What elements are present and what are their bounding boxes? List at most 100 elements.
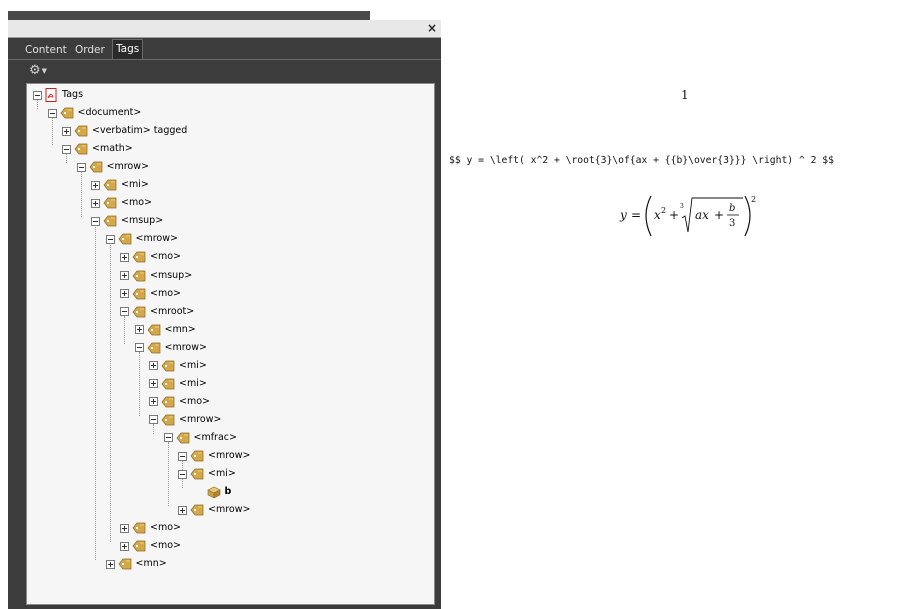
formula-plus-1: + (669, 208, 679, 222)
collapse-toggle-icon[interactable] (91, 216, 100, 226)
tree-node-label: <mi> (179, 359, 207, 371)
tag-icon (89, 161, 102, 173)
collapse-toggle-icon[interactable] (105, 234, 115, 244)
formula-outer-exp: 2 (751, 195, 756, 204)
collapse-toggle-icon[interactable] (62, 144, 71, 154)
pdf-icon (45, 88, 57, 102)
content-box-icon (206, 486, 221, 499)
tree-node-label: <mrow> (208, 504, 251, 516)
tree-node[interactable]: <mn> (105, 555, 167, 573)
tree-node[interactable]: <msup> (120, 267, 192, 285)
collapse-toggle-icon[interactable] (47, 108, 57, 118)
left-paren (645, 195, 652, 237)
expand-toggle-icon[interactable] (178, 505, 187, 515)
collapse-toggle-icon[interactable] (120, 307, 129, 317)
tag-icon (190, 450, 204, 462)
expand-toggle-icon[interactable] (149, 397, 158, 407)
formula-radicand: ax (695, 208, 709, 222)
tree-node[interactable]: <mrow> (105, 230, 178, 248)
tree-node-label: <math> (92, 143, 133, 155)
expand-toggle-icon[interactable] (120, 523, 129, 533)
tree-node-label: Tags (62, 89, 84, 100)
tree-node[interactable]: b (193, 483, 231, 501)
tree-node[interactable]: <mo> (120, 537, 181, 555)
collapse-toggle-icon[interactable] (33, 90, 42, 100)
tag-icon (132, 252, 146, 263)
tags-tree[interactable]: Tags <document> <verbatim> tagged <math> <mr… (26, 83, 435, 605)
tree-node[interactable]: <verbatim> tagged (62, 122, 187, 140)
close-icon[interactable]: × (427, 20, 437, 37)
tree-node[interactable]: <mi> (149, 357, 207, 375)
tree-node-label: <mo> (150, 522, 181, 534)
tree-node[interactable]: <mo> (149, 393, 210, 411)
tree-node-label: <mo> (121, 197, 152, 209)
tree-node[interactable]: <mfrac> (163, 429, 237, 447)
tree-node-label: <mi> (208, 468, 236, 480)
tree-node[interactable]: <mi> (91, 176, 149, 194)
tree-node-label: <mroot> (150, 305, 195, 317)
formula-base-exp: 2 (661, 206, 666, 215)
tree-node-label: <mo> (150, 287, 181, 299)
tag-icon (161, 414, 175, 426)
collapse-toggle-icon[interactable] (134, 343, 144, 353)
expand-toggle-icon[interactable] (120, 289, 129, 299)
tab-tags[interactable]: Tags (112, 39, 144, 60)
expand-toggle-icon[interactable] (91, 180, 100, 190)
expand-toggle-icon[interactable] (62, 126, 71, 136)
tree-connector-line (80, 171, 82, 218)
panel-tabs: Content Order Tags (8, 38, 441, 60)
tag-icon (147, 324, 160, 335)
expand-toggle-icon[interactable] (149, 379, 158, 389)
tag-icon (103, 197, 117, 209)
collapse-toggle-icon[interactable] (178, 451, 187, 461)
expand-toggle-icon[interactable] (149, 361, 158, 371)
tree-node-label: <mn> (164, 323, 196, 335)
tree-node[interactable]: <mrow> (134, 339, 207, 357)
tag-icon (147, 342, 160, 354)
tree-node[interactable]: <mrow> (76, 158, 149, 176)
tree-node[interactable]: <document> (47, 104, 142, 122)
tree-node[interactable]: <mo> (120, 285, 181, 303)
tree-node-label: <mrow> (179, 413, 222, 425)
tree-node[interactable]: <msup> (91, 212, 163, 230)
collapse-toggle-icon[interactable] (178, 469, 187, 479)
tag-icon (103, 179, 117, 191)
tree-node-label: <mrow> (106, 161, 149, 173)
expand-toggle-icon[interactable] (134, 325, 144, 335)
tree-node[interactable]: <mo> (120, 248, 181, 266)
tree-node[interactable]: <mi> (178, 465, 236, 483)
tag-icon (118, 234, 131, 245)
tab-content[interactable]: Content (22, 41, 70, 59)
expand-toggle-icon[interactable] (105, 559, 115, 569)
tree-node[interactable]: <mo> (120, 519, 181, 537)
tree-connector-line (167, 441, 169, 507)
tree-node-label: <mo> (150, 540, 181, 552)
tree-node[interactable]: Tags (33, 86, 83, 104)
page-number: 1 (681, 88, 689, 102)
tree-node[interactable]: <mi> (149, 375, 207, 393)
tree-node[interactable]: <mrow> (149, 411, 221, 429)
tree-node-label: <mfrac> (193, 431, 237, 443)
formula-root-index: 3 (680, 203, 684, 210)
collapse-toggle-icon[interactable] (76, 162, 86, 172)
tree-node[interactable]: <mn> (134, 321, 196, 339)
tree-node[interactable]: <mrow> (178, 501, 250, 519)
tree-node[interactable]: <math> (62, 140, 133, 158)
tree-connector-line (95, 225, 96, 561)
tab-order[interactable]: Order (72, 41, 108, 59)
collapse-toggle-icon[interactable] (149, 415, 158, 425)
expand-toggle-icon[interactable] (120, 541, 129, 551)
expand-toggle-icon[interactable] (120, 271, 129, 280)
tree-node-label: <mi> (121, 179, 149, 191)
tree-node[interactable]: <mo> (91, 194, 152, 212)
expand-toggle-icon[interactable] (120, 252, 129, 262)
options-menu-button[interactable]: ⚙ ▼ (29, 64, 47, 78)
tree-node[interactable]: <mroot> (120, 303, 194, 321)
tree-node[interactable]: <mrow> (178, 447, 250, 465)
panel-titlebar: × (8, 20, 441, 38)
collapse-toggle-icon[interactable] (163, 433, 173, 443)
tag-icon (132, 522, 146, 534)
expand-toggle-icon[interactable] (91, 198, 100, 208)
tree-node-label: <document> (77, 107, 142, 119)
tag-icon (190, 468, 204, 480)
